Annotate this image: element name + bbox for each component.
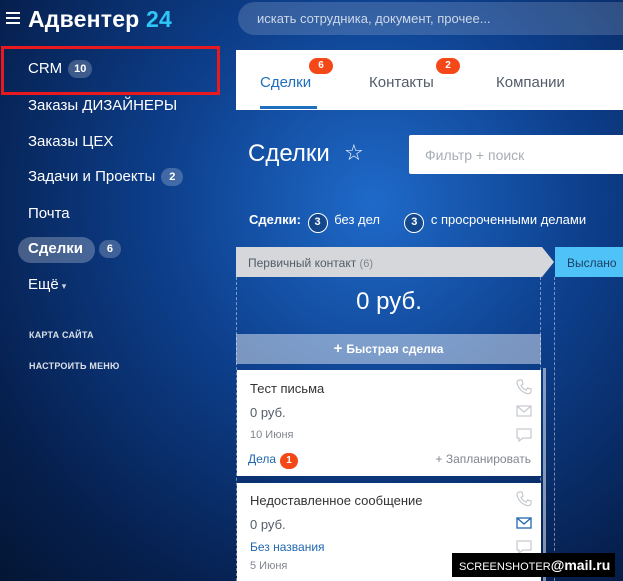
schedule-button[interactable]: + Запланировать xyxy=(435,452,531,466)
sidebar-item-crm[interactable]: CRM 10 xyxy=(28,60,93,78)
sidebar-item-orders-workshop[interactable]: Заказы ЦЕХ xyxy=(28,133,113,150)
overdue-counter[interactable]: 3 xyxy=(404,213,425,233)
chevron-down-icon: ▾ xyxy=(61,281,67,291)
stage-count: (6) xyxy=(359,258,373,270)
tab-bar: 6 Сделки 2 Контакты Компании xyxy=(236,50,623,110)
search-input[interactable]: искать сотрудника, документ, прочее... xyxy=(238,2,623,35)
watermark: SCREENSHOTER@mail.ru xyxy=(452,553,615,577)
logo-text: Адвентер xyxy=(28,6,140,32)
page-title: Сделки xyxy=(248,140,330,167)
tab-active-underline xyxy=(260,106,317,109)
menu-icon[interactable] xyxy=(6,12,20,24)
deal-card-activities-label: Дела xyxy=(248,452,277,466)
stage-name: Выслано xyxy=(567,256,617,270)
deal-card-sum: 0 руб. xyxy=(250,517,286,532)
deal-card-date: 5 Июня xyxy=(250,560,288,572)
counters-label: Сделки: xyxy=(249,212,301,227)
stage-sum: 0 руб. xyxy=(356,288,422,315)
no-deals-text[interactable]: без дел xyxy=(334,212,380,227)
stage-name: Первичный контакт xyxy=(248,256,357,270)
no-deals-counter[interactable]: 3 xyxy=(307,213,328,233)
sidebar-item-tasks[interactable]: Задачи и Проекты 2 xyxy=(28,168,184,186)
phone-icon[interactable] xyxy=(515,379,533,395)
tab-counter: 2 xyxy=(436,58,460,74)
quick-deal-button[interactable]: + Быстрая сделка xyxy=(236,334,541,364)
watermark-suffix: mail.ru xyxy=(564,557,611,573)
deal-card-activities-badge: 1 xyxy=(280,453,299,469)
logo[interactable]: Адвентер 24 xyxy=(28,6,172,33)
deal-counters: Сделки: 3 без дел 3 с просроченными дела… xyxy=(249,212,586,233)
sidebar-item-label: Ещё xyxy=(28,276,59,293)
sidebar-item-orders-designers[interactable]: Заказы ДИЗАЙНЕРЫ xyxy=(28,97,177,114)
deal-card-title[interactable]: Недоставленное сообщение xyxy=(250,493,423,508)
email-icon[interactable] xyxy=(515,403,533,419)
sidebar-item-mail[interactable]: Почта xyxy=(28,205,70,222)
logo-number: 24 xyxy=(146,6,173,32)
sitemap-link[interactable]: КАРТА САЙТА xyxy=(29,330,94,340)
stage-header-primary-contact[interactable]: Первичный контакт (6) xyxy=(236,247,554,277)
overdue-text[interactable]: с просроченными делами xyxy=(431,212,586,227)
stage-header-sent[interactable]: Выслано xyxy=(555,247,623,277)
sidebar-item-label: Задачи и Проекты xyxy=(28,168,156,185)
sidebar-item-badge: 2 xyxy=(161,168,184,186)
quick-deal-label: Быстрая сделка xyxy=(346,342,444,356)
deal-card-title[interactable]: Тест письма xyxy=(250,381,324,396)
deal-card-sum: 0 руб. xyxy=(250,405,286,420)
watermark-at: @ xyxy=(550,557,565,573)
tab-deals[interactable]: Сделки xyxy=(260,74,311,91)
phone-icon[interactable] xyxy=(515,491,533,507)
deal-card-contact-link[interactable]: Без названия xyxy=(250,540,325,554)
deal-card-date: 10 Июня xyxy=(250,429,294,441)
top-bar: Адвентер 24 искать сотрудника, документ,… xyxy=(0,0,623,40)
chat-icon[interactable] xyxy=(515,427,533,443)
scrollbar[interactable] xyxy=(543,368,546,581)
sidebar-item-label: Сделки xyxy=(28,240,83,257)
filter-search-input[interactable]: Фильтр + поиск xyxy=(409,135,623,174)
tab-counter: 6 xyxy=(309,58,333,74)
sidebar-item-badge: 10 xyxy=(68,60,93,78)
deal-card[interactable]: Тест письма 0 руб. 10 Июня Дела 1 + Запла… xyxy=(237,370,541,476)
configure-menu-link[interactable]: НАСТРОИТЬ МЕНЮ xyxy=(29,361,119,371)
watermark-prefix: SCREENSHOTER xyxy=(459,561,551,573)
deal-card-activities[interactable]: Дела 1 xyxy=(248,452,299,469)
star-icon[interactable]: ☆ xyxy=(344,140,364,166)
sidebar-item-badge: 6 xyxy=(98,240,121,258)
sidebar-item-more[interactable]: Ещё ▾ xyxy=(28,276,66,293)
tab-contacts[interactable]: Контакты xyxy=(369,74,434,91)
sidebar-item-deals[interactable]: Сделки 6 xyxy=(28,240,121,258)
tab-companies[interactable]: Компании xyxy=(496,74,565,91)
email-icon[interactable] xyxy=(515,515,533,531)
stage-column-divider xyxy=(554,277,555,581)
plus-icon: + xyxy=(333,340,343,357)
sidebar-item-label: CRM xyxy=(28,60,63,77)
